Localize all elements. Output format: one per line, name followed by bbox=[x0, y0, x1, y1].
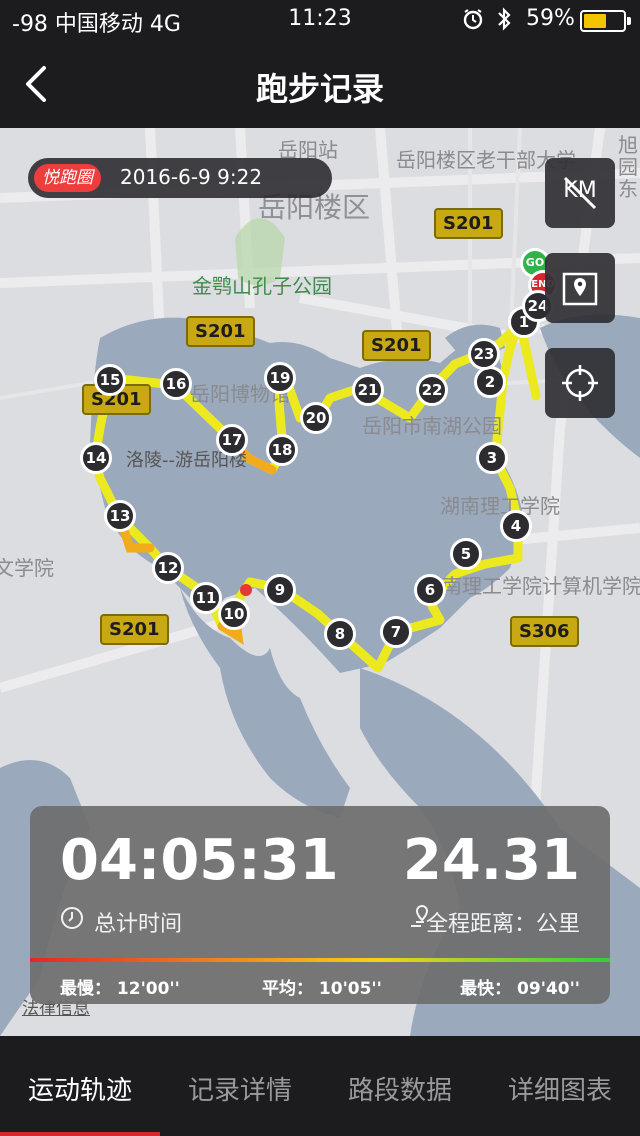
bottom-tab-bar: 运动轨迹 记录详情 路段数据 详细图表 bbox=[0, 1036, 640, 1136]
total-duration: 04:05:31 bbox=[60, 828, 339, 893]
battery-fill bbox=[584, 14, 607, 28]
km-marker: 5 bbox=[450, 538, 482, 570]
km-marker: 8 bbox=[324, 618, 356, 650]
map-pin-icon bbox=[562, 272, 598, 306]
km-marker: 21 bbox=[352, 374, 384, 406]
pace-gradient-bar bbox=[30, 958, 610, 962]
nav-bar: 跑步记录 bbox=[0, 40, 640, 128]
pace-slowest: 最慢： 12'00'' bbox=[60, 979, 180, 999]
km-marker: 12 bbox=[152, 552, 184, 584]
km-marker: 20 bbox=[300, 402, 332, 434]
total-distance: 24.31 bbox=[402, 828, 580, 893]
km-marker: 4 bbox=[500, 510, 532, 542]
place-college-left: 文学院 bbox=[0, 556, 54, 580]
km-marker: 23 bbox=[468, 338, 500, 370]
tab-record-details[interactable]: 记录详情 bbox=[160, 1070, 320, 1107]
road-badge: S201 bbox=[362, 330, 431, 361]
battery-percent: 59% bbox=[526, 6, 575, 31]
km-marker: 18 bbox=[266, 434, 298, 466]
place-park: 金鹗山孔子公园 bbox=[192, 274, 332, 298]
alarm-icon bbox=[462, 8, 484, 36]
km-toggle-button[interactable]: KM bbox=[545, 158, 615, 228]
map-view-button[interactable] bbox=[545, 253, 615, 323]
battery-nub bbox=[627, 17, 631, 25]
place-xuyuan: 旭园东 bbox=[618, 133, 638, 201]
bluetooth-icon bbox=[496, 6, 512, 38]
pace-average: 平均： 10'05'' bbox=[262, 979, 382, 999]
road-badge: S201 bbox=[100, 614, 169, 645]
pace-fastest: 最快： 09'40'' bbox=[460, 979, 580, 999]
km-marker: 11 bbox=[190, 582, 222, 614]
road-badge: S201 bbox=[186, 316, 255, 347]
active-tab-indicator bbox=[0, 1132, 160, 1136]
duration-label: 总计时间 bbox=[94, 912, 183, 937]
place-hunan-institute: 湖南理工学院 bbox=[440, 494, 560, 518]
locate-button[interactable] bbox=[545, 348, 615, 418]
km-marker: 13 bbox=[104, 500, 136, 532]
km-off-icon bbox=[563, 176, 597, 210]
page-title: 跑步记录 bbox=[255, 70, 384, 108]
crosshair-icon bbox=[562, 365, 598, 401]
km-marker: 19 bbox=[264, 362, 296, 394]
km-marker: 6 bbox=[414, 574, 446, 606]
tab-segment-data[interactable]: 路段数据 bbox=[320, 1070, 480, 1107]
distance-label: 全程距离：公里 bbox=[425, 912, 580, 937]
battery-icon bbox=[580, 10, 631, 32]
km-marker: 14 bbox=[80, 442, 112, 474]
run-date: 2016-6-9 9:22 bbox=[120, 165, 263, 189]
place-hunan-cs: 湖南理工学院计算机学院 bbox=[422, 574, 640, 598]
clock-icon bbox=[61, 907, 83, 929]
km-marker: 3 bbox=[476, 442, 508, 474]
road-badge: S306 bbox=[510, 616, 579, 647]
km-marker: 15 bbox=[94, 364, 126, 396]
road-badge: S201 bbox=[434, 208, 503, 239]
km-marker: 2 bbox=[474, 366, 506, 398]
tab-track[interactable]: 运动轨迹 bbox=[0, 1070, 160, 1107]
km-marker: 16 bbox=[160, 368, 192, 400]
run-stats-panel: 04:05:31 24.31 总计时间 全程距离：公里 最慢： 12'00'' … bbox=[30, 806, 610, 1004]
current-position-dot bbox=[240, 584, 252, 596]
date-pill: 悦跑圈 2016-6-9 9:22 bbox=[28, 158, 332, 198]
brand-tag: 悦跑圈 bbox=[34, 164, 101, 192]
km-marker: 22 bbox=[416, 374, 448, 406]
km-marker: 10 bbox=[218, 598, 250, 630]
km-marker: 9 bbox=[264, 574, 296, 606]
km-marker: 7 bbox=[380, 616, 412, 648]
tab-detailed-charts[interactable]: 详细图表 bbox=[480, 1070, 640, 1107]
km-marker: 17 bbox=[216, 424, 248, 456]
status-bar: -98 中国移动 4G 11:23 59% bbox=[0, 0, 640, 40]
place-nanhu-park: 岳阳市南湖公园 bbox=[362, 414, 502, 438]
